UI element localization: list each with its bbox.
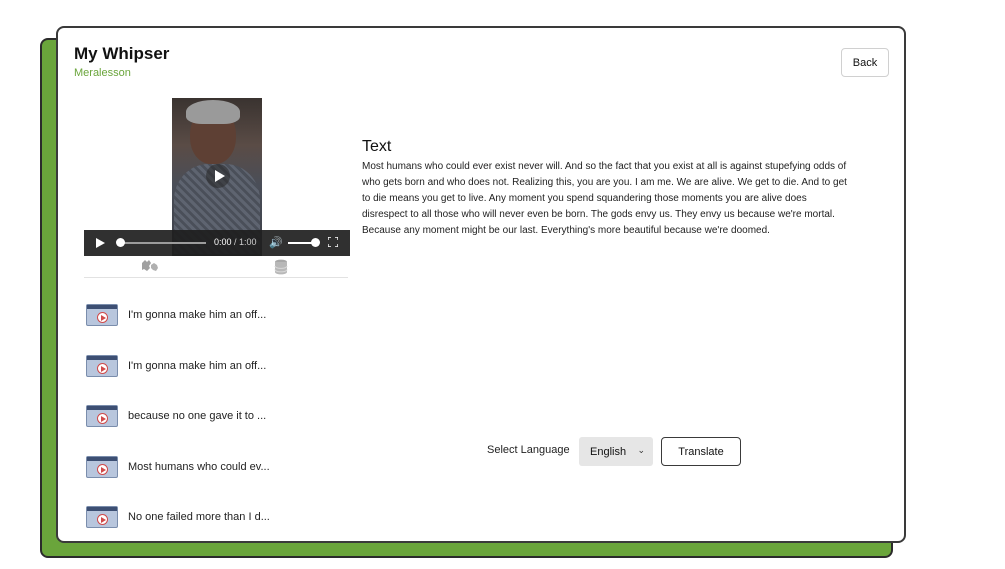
transcript-list: I'm gonna make him an off... I'm gonna m…: [86, 290, 336, 543]
sign-language-icon[interactable]: [140, 259, 160, 273]
text-heading: Text: [362, 138, 392, 155]
media-tabs: [84, 256, 348, 278]
language-label: Select Language: [487, 444, 570, 456]
whisper-card: My Whipser Meralesson Back 0:00 / 1:00 🔊: [56, 26, 906, 543]
video-thumbnail-icon: [86, 304, 118, 327]
video-play-overlay-icon[interactable]: [206, 164, 230, 188]
list-item[interactable]: No one failed more than I d...: [86, 492, 336, 543]
list-item-label: I'm gonna make him an off...: [128, 309, 267, 322]
page-subtitle: Meralesson: [74, 67, 131, 79]
time-display: 0:00 / 1:00: [214, 237, 257, 247]
chevron-down-icon: ⌄: [637, 445, 645, 455]
list-item-label: Most humans who could ev...: [128, 460, 270, 473]
video-thumbnail-icon: [86, 405, 118, 428]
seek-handle[interactable]: [116, 238, 125, 247]
video-thumbnail-icon: [86, 354, 118, 377]
video-player[interactable]: 0:00 / 1:00 🔊: [84, 96, 350, 256]
list-item-label: because no one gave it to ...: [128, 410, 267, 423]
page-title: My Whipser: [74, 44, 170, 63]
video-thumbnail-icon: [86, 455, 118, 478]
language-select[interactable]: English ⌄: [579, 437, 653, 466]
play-icon[interactable]: [96, 238, 105, 248]
duration-time: / 1:00: [234, 237, 257, 247]
list-item[interactable]: I'm gonna make him an off...: [86, 290, 336, 341]
video-thumbnail-icon: [86, 506, 118, 529]
volume-icon[interactable]: 🔊: [269, 236, 283, 249]
back-button[interactable]: Back: [841, 48, 889, 77]
list-item[interactable]: I'm gonna make him an off...: [86, 341, 336, 392]
translate-button[interactable]: Translate: [661, 437, 741, 466]
fullscreen-icon[interactable]: [328, 237, 338, 247]
seek-bar[interactable]: [118, 242, 206, 244]
volume-handle[interactable]: [311, 238, 320, 247]
video-controls: 0:00 / 1:00 🔊: [84, 230, 350, 256]
list-item[interactable]: Most humans who could ev...: [86, 442, 336, 493]
current-time: 0:00: [214, 237, 232, 247]
language-select-value: English: [590, 445, 627, 458]
transcript-text: Most humans who could ever exist never w…: [362, 161, 847, 236]
list-item[interactable]: because no one gave it to ...: [86, 391, 336, 442]
list-item-label: I'm gonna make him an off...: [128, 359, 267, 372]
database-icon[interactable]: [274, 259, 288, 275]
list-item-label: No one failed more than I d...: [128, 511, 270, 524]
video-person-hair: [186, 100, 240, 124]
